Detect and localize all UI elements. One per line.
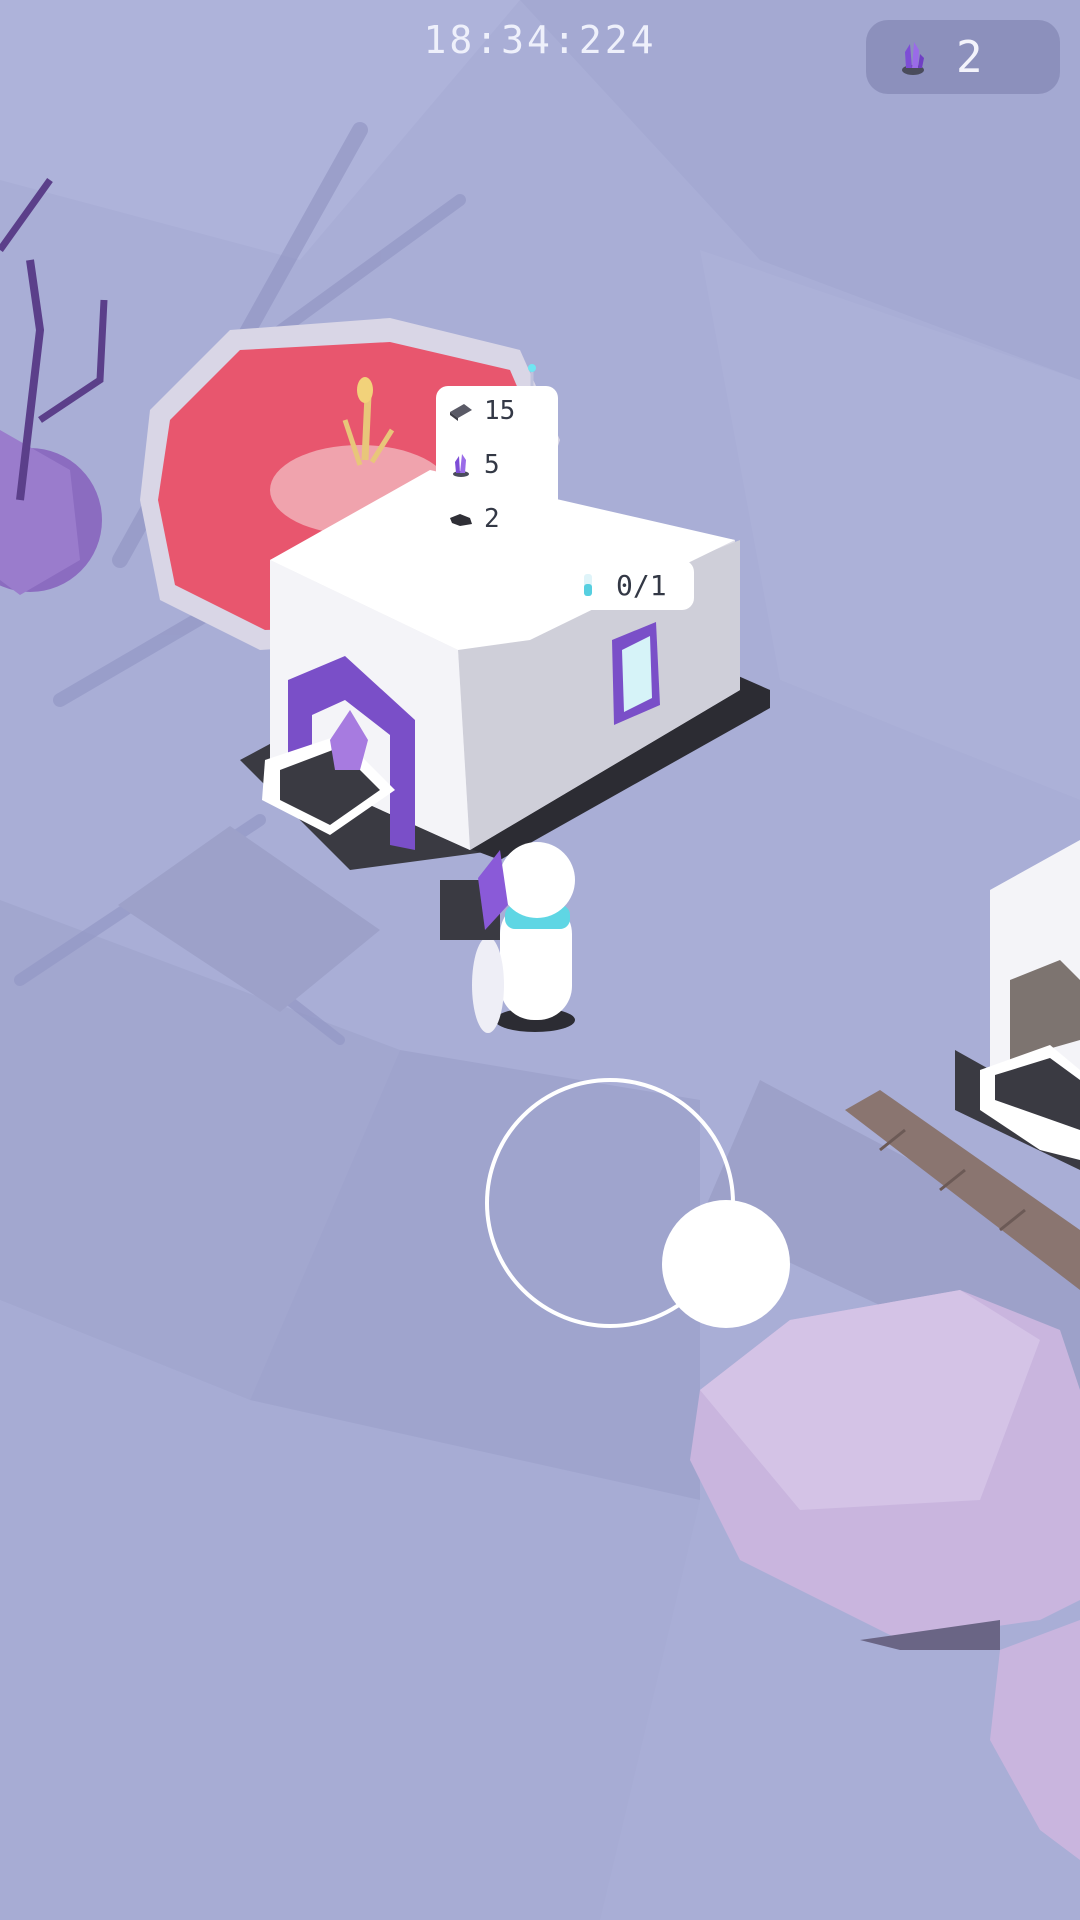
requirement-value: 5	[484, 450, 500, 480]
crystal-count: 2	[956, 32, 983, 83]
joystick-knob[interactable]	[662, 1200, 790, 1328]
capacity-value: 0/1	[616, 569, 667, 602]
purple-crystal-icon	[902, 42, 924, 75]
requirement-row: 15	[436, 388, 558, 434]
build-requirements-panel: 15 5 2	[436, 386, 558, 542]
crystal-counter: 2	[866, 20, 1060, 94]
dark-stone-icon	[450, 514, 472, 526]
metal-plate-icon	[450, 404, 472, 421]
blue-vial-icon	[584, 574, 592, 596]
requirement-row: 5	[436, 442, 558, 488]
requirement-row: 2	[436, 496, 558, 542]
requirement-value: 2	[484, 504, 500, 534]
capacity-panel: 0/1	[566, 560, 694, 610]
purple-crystal-icon	[453, 454, 469, 477]
antenna-light	[528, 364, 536, 372]
requirement-value: 15	[484, 396, 516, 426]
game-scene	[0, 0, 1080, 1920]
